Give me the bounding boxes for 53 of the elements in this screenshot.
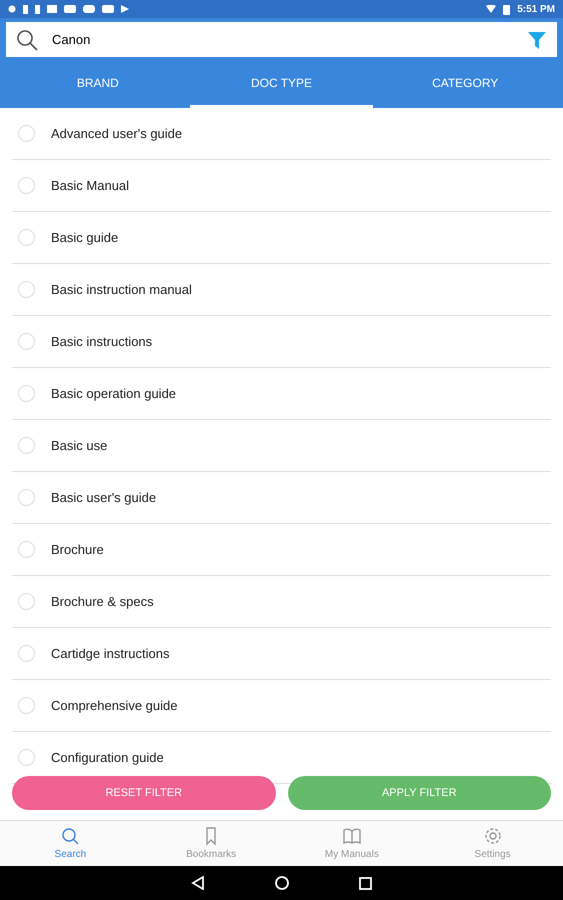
battery-icon: [503, 4, 510, 14]
radio-button[interactable]: [18, 333, 35, 350]
radio-button[interactable]: [18, 229, 35, 246]
radio-button[interactable]: [18, 593, 35, 610]
doc-type-label: Basic Manual: [51, 176, 130, 195]
doc-type-label: Brochure: [51, 540, 104, 559]
photo-icon: [102, 5, 114, 13]
doc-type-label: Basic use: [51, 436, 108, 455]
book-icon: [342, 826, 362, 846]
filter-icon[interactable]: [527, 30, 547, 50]
back-icon[interactable]: [191, 876, 205, 890]
wifi-icon: [486, 5, 496, 13]
recents-icon[interactable]: [359, 876, 372, 890]
search-field[interactable]: Canon: [6, 22, 557, 57]
doc-type-label: Basic user's guide: [51, 488, 156, 507]
radio-button[interactable]: [18, 749, 35, 766]
nav-tab[interactable]: Bookmarks: [140, 821, 282, 866]
tab[interactable]: BRAND: [6, 60, 190, 108]
doc-type-label: Basic operation guide: [51, 384, 176, 403]
doc-type-label: Basic guide: [51, 228, 118, 247]
location-icon: [8, 4, 16, 14]
radio-button[interactable]: [18, 489, 35, 506]
doc-type-label: Cartidge instructions: [51, 644, 170, 663]
radio-button[interactable]: [18, 697, 35, 714]
home-icon[interactable]: [275, 876, 289, 890]
radio-button[interactable]: [18, 541, 35, 558]
doc-type-label: Advanced user's guide: [51, 124, 182, 143]
radio-button[interactable]: [18, 177, 35, 194]
radio-button[interactable]: [18, 281, 35, 298]
video-icon: [83, 5, 95, 13]
image-icon: [47, 5, 57, 13]
search-icon: [60, 826, 80, 846]
clock: 5:51 PM: [517, 2, 555, 16]
doc-type-label: Basic instruction manual: [51, 280, 192, 299]
radio-button[interactable]: [18, 437, 35, 454]
doc-type-label: Basic instructions: [51, 332, 152, 351]
apply-filter-button[interactable]: APPLY FILTER: [288, 776, 551, 810]
doc-type-label: Comprehensive guide: [51, 696, 178, 715]
radio-button[interactable]: [18, 125, 35, 142]
nav-tab[interactable]: Search: [0, 821, 141, 866]
tab[interactable]: DOC TYPE: [190, 60, 374, 108]
radio-button[interactable]: [18, 645, 35, 662]
doc-type-label: Brochure & specs: [51, 592, 154, 611]
doc-type-label: Configuration guide: [51, 748, 164, 767]
radio-button[interactable]: [18, 385, 35, 402]
photo-icon: [64, 5, 76, 13]
play-icon: [121, 5, 129, 13]
search-icon: [16, 28, 38, 50]
gear-icon: [482, 826, 503, 846]
nav-tab[interactable]: My Manuals: [282, 821, 422, 866]
nav-tab[interactable]: Settings: [422, 821, 563, 866]
reset-filter-button[interactable]: RESET FILTER: [12, 776, 276, 810]
tab[interactable]: CATEGORY: [373, 60, 558, 108]
